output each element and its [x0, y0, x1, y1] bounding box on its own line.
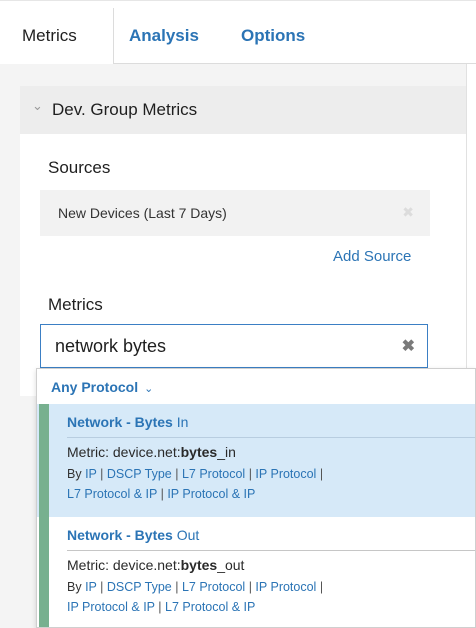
metric-suggestions-dropdown: Any Protocol ⌄ Network - Bytes In Metric:…	[36, 368, 476, 628]
by-label: By	[67, 580, 82, 594]
suggestion-breakdowns: By IP | DSCP Type | L7 Protocol | IP Pro…	[67, 464, 467, 504]
metric-suffix: _out	[217, 557, 245, 573]
tab-bar: Metrics Analysis Options	[0, 8, 476, 64]
breakdown-link[interactable]: IP Protocol	[255, 580, 316, 594]
suggestion-divider	[67, 437, 475, 438]
group-header[interactable]: ⌄ Dev. Group Metrics	[20, 86, 466, 134]
separator: |	[100, 467, 104, 481]
separator: |	[158, 600, 162, 614]
metric-prefix: Metric: device.net:	[67, 557, 181, 573]
suggestion-metric: Metric: device.net:bytes_in	[67, 444, 236, 460]
breakdown-link[interactable]: L7 Protocol	[182, 580, 245, 594]
metric-suffix: _in	[217, 444, 236, 460]
separator: |	[160, 487, 164, 501]
breakdown-link[interactable]: L7 Protocol	[182, 467, 245, 481]
separator: |	[175, 467, 179, 481]
suggestion-title[interactable]: Network - Bytes In	[67, 414, 188, 430]
source-item-label: New Devices (Last 7 Days)	[58, 205, 227, 221]
chevron-down-icon: ⌄	[144, 383, 154, 395]
breakdown-link[interactable]: IP	[85, 467, 97, 481]
breakdown-link[interactable]: DSCP Type	[107, 580, 172, 594]
suggestion-marker	[39, 404, 49, 517]
suggestion-breakdowns: By IP | DSCP Type | L7 Protocol | IP Pro…	[67, 577, 467, 617]
breakdown-link[interactable]: DSCP Type	[107, 467, 172, 481]
tab-metrics[interactable]: Metrics	[0, 8, 114, 64]
suggestion-divider	[67, 550, 475, 551]
add-source-link[interactable]: Add Source	[333, 248, 411, 265]
suggestion-item[interactable]: Network - Bytes Out Metric: device.net:b…	[37, 517, 475, 627]
metric-bold: bytes	[180, 557, 218, 573]
metric-search-input[interactable]	[55, 325, 385, 367]
suggestion-item[interactable]: Network - Bytes In Metric: device.net:by…	[37, 404, 475, 517]
tab-analysis[interactable]: Analysis	[129, 8, 199, 64]
suggestion-title-rest: In	[172, 414, 189, 430]
breakdown-link[interactable]: IP	[85, 580, 97, 594]
suggestion-title-bold: Network - Bytes	[67, 527, 173, 543]
separator: |	[319, 580, 324, 594]
source-item: New Devices (Last 7 Days) ✖	[40, 190, 430, 236]
separator: |	[319, 467, 324, 481]
breakdown-link[interactable]: L7 Protocol & IP	[165, 600, 255, 614]
protocol-filter-label: Any Protocol	[51, 379, 139, 395]
breakdown-link[interactable]: IP Protocol	[255, 467, 316, 481]
top-border	[0, 0, 476, 1]
clear-search-icon[interactable]: ✖	[402, 336, 415, 356]
metrics-label: Metrics	[48, 295, 103, 314]
breakdown-link[interactable]: L7 Protocol & IP	[67, 487, 157, 501]
sources-label: Sources	[48, 158, 111, 177]
group-title: Dev. Group Metrics	[52, 100, 198, 119]
suggestion-marker	[39, 517, 49, 627]
breakdown-link[interactable]: IP Protocol & IP	[167, 487, 255, 501]
separator: |	[100, 580, 104, 594]
metric-search: ✖	[40, 324, 428, 368]
suggestion-metric: Metric: device.net:bytes_out	[67, 557, 244, 573]
tab-metrics-label: Metrics	[22, 26, 77, 45]
suggestion-title-rest: Out	[172, 527, 200, 543]
suggestion-title-bold: Network - Bytes	[67, 414, 173, 430]
metric-prefix: Metric: device.net:	[67, 444, 181, 460]
separator: |	[175, 580, 179, 594]
tab-options[interactable]: Options	[241, 8, 305, 64]
separator: |	[248, 580, 252, 594]
separator: |	[248, 467, 252, 481]
chevron-down-icon[interactable]: ⌄	[32, 98, 43, 114]
suggestion-title[interactable]: Network - Bytes Out	[67, 527, 199, 543]
remove-source-icon[interactable]: ✖	[402, 204, 414, 221]
metric-bold: bytes	[180, 444, 218, 460]
breakdown-link[interactable]: IP Protocol & IP	[67, 600, 155, 614]
protocol-filter[interactable]: Any Protocol ⌄	[51, 379, 153, 395]
by-label: By	[67, 467, 82, 481]
